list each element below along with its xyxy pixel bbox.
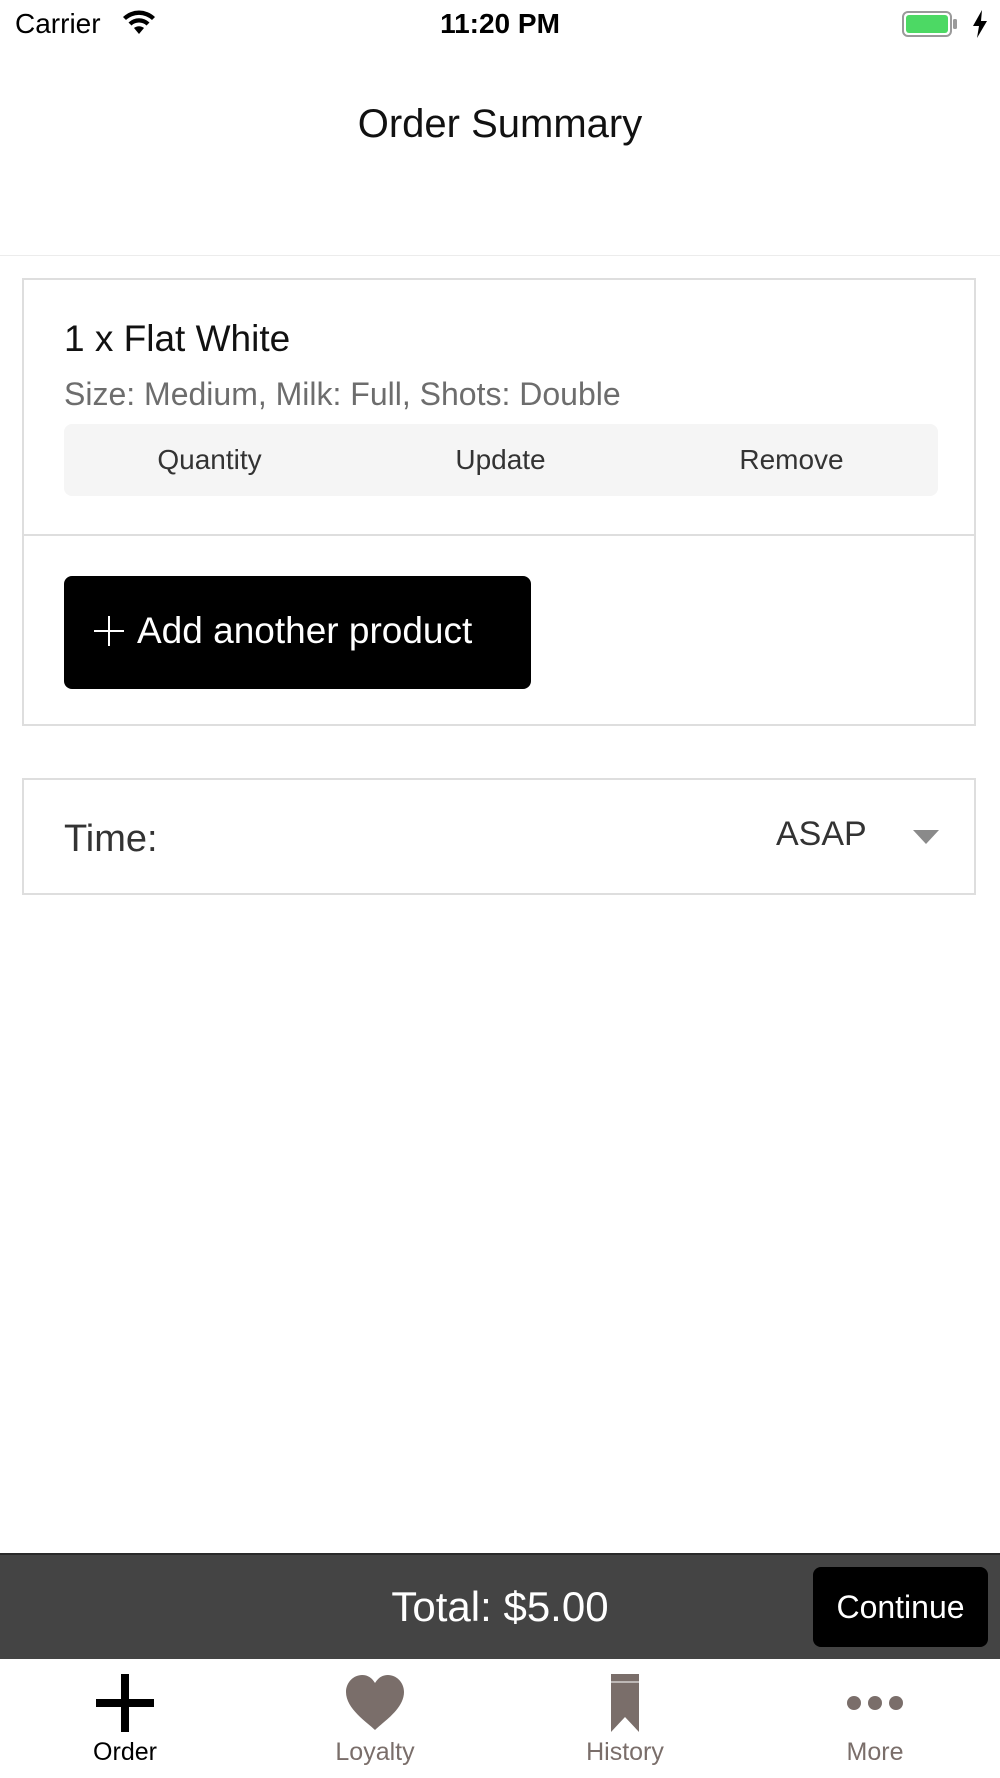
plus-icon [96, 1674, 154, 1732]
navigation-header [0, 50, 1000, 256]
more-dots-icon [847, 1696, 903, 1710]
charging-bolt-icon [973, 10, 987, 38]
time-label: Time: [64, 818, 158, 860]
tab-loyalty-label: Loyalty [335, 1738, 415, 1766]
continue-button[interactable]: Continue [813, 1567, 988, 1647]
tab-order-label: Order [93, 1738, 157, 1766]
tab-bar: Order Loyalty History More [0, 1659, 1000, 1778]
tab-order[interactable]: Order [0, 1659, 250, 1778]
time-select-value: ASAP [776, 815, 867, 853]
time-card: Time: ASAP [22, 778, 976, 895]
quantity-button[interactable]: Quantity [64, 424, 355, 496]
total-bar: Total: $5.00 Continue [0, 1553, 1000, 1659]
heart-icon [346, 1675, 404, 1730]
tab-loyalty[interactable]: Loyalty [250, 1659, 500, 1778]
battery-icon [902, 11, 957, 37]
remove-button[interactable]: Remove [646, 424, 937, 496]
order-card: 1 x Flat White Size: Medium, Milk: Full,… [22, 278, 976, 726]
caret-down-icon [913, 830, 939, 844]
update-button[interactable]: Update [355, 424, 646, 496]
status-bar: Carrier 11:20 PM [0, 0, 1000, 50]
add-another-product-label: Add another product [137, 610, 473, 651]
add-another-product-button[interactable]: Add another product [64, 576, 531, 689]
order-item-actions: Quantity Update Remove [64, 424, 938, 496]
tab-history[interactable]: History [500, 1659, 750, 1778]
card-divider [24, 534, 974, 536]
plus-icon [94, 616, 124, 646]
order-item-options: Size: Medium, Milk: Full, Shots: Double [64, 376, 621, 412]
status-time: 11:20 PM [440, 8, 560, 39]
page-title: Order Summary [357, 102, 643, 146]
tab-history-label: History [586, 1738, 664, 1766]
tab-more[interactable]: More [750, 1659, 1000, 1778]
time-select[interactable]: ASAP [724, 800, 964, 874]
tab-more-label: More [846, 1738, 904, 1766]
bookmark-icon [611, 1674, 639, 1732]
order-item-name: 1 x Flat White [64, 318, 291, 359]
